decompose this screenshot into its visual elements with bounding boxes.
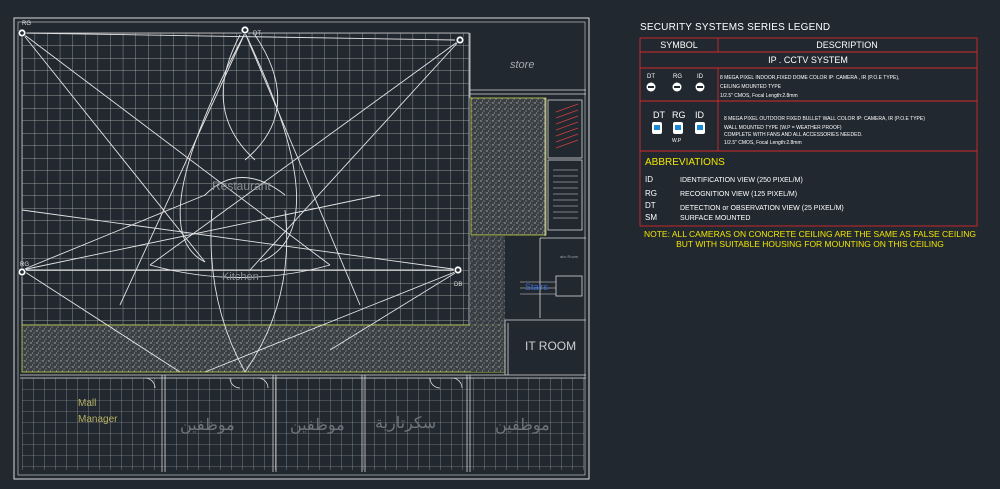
dome-camera-id-icon — [695, 82, 705, 92]
row2-desc-2: WALL MOUNTED TYPE (W.P = WEATHER PROOF) — [724, 125, 842, 131]
row1-tag-rg: RG — [673, 74, 682, 80]
legend-col-symbol: SYMBOL — [660, 40, 698, 50]
room-label-office-1: موظفين — [180, 417, 235, 434]
room-label-mall: Mall — [78, 398, 96, 409]
abbr-code-id: ID — [645, 175, 653, 184]
dome-camera-icons — [646, 82, 705, 92]
dome-camera-rg-icon — [672, 82, 682, 92]
abbr-code-dt: DT — [645, 201, 656, 210]
room-label-restaurant: Restaurant — [212, 179, 271, 193]
room-label-office-4: موظفين — [495, 417, 550, 434]
note-line-1: NOTE: ALL CAMERAS ON CONCRETE CEILING AR… — [643, 229, 977, 239]
bullet-camera-icons — [652, 122, 705, 134]
room-label-kitchen: Kitchen — [222, 271, 259, 283]
legend-section: IP . CCTV SYSTEM — [768, 55, 848, 65]
legend-title: SECURITY SYSTEMS SERIES LEGEND — [640, 22, 831, 33]
room-label-store: store — [510, 59, 534, 71]
room-label-small: abc Room — [560, 254, 579, 259]
row2-desc-1: 8 MEGA PIXEL OUTDOOR FIXED BULLET WALL C… — [724, 116, 925, 122]
legend-note: NOTE: ALL CAMERAS ON CONCRETE CEILING AR… — [640, 229, 980, 249]
note-line-2: BUT WITH SUITABLE HOUSING FOR MOUNTING O… — [676, 239, 944, 249]
hatched-shaft — [470, 97, 547, 236]
camera-tag-mid-right: DB — [454, 282, 462, 288]
row2-wp: W.P — [672, 138, 682, 144]
room-label-it-room: IT ROOM — [525, 339, 576, 353]
cad-canvas[interactable]: { "plan": { "rooms": { "store": "store",… — [0, 0, 1000, 489]
row2-tag-id: ID — [695, 110, 705, 120]
abbr-text-sm: SURFACE MOUNTED — [680, 215, 750, 222]
abbreviations-title: ABBREVIATIONS — [645, 157, 725, 168]
abbr-text-id: IDENTIFICATION VIEW (250 PIXEL/M) — [680, 177, 803, 184]
abbr-text-rg: RECOGNITION VIEW (125 PIXEL/M) — [680, 191, 797, 198]
row1-desc-2: CEILING MOUNTED TYPE — [720, 84, 782, 90]
row2-desc-3: COMPLETE WITH FANS AND ALL ACCESSORIES N… — [724, 132, 862, 138]
row2-tag-rg: RG — [672, 110, 686, 120]
room-label-office-2: موظفين — [290, 417, 345, 434]
camera-tag-mid-left: RG — [20, 262, 29, 268]
abbr-code-sm: SM — [645, 213, 657, 222]
camera-tag-top-mid: DT — [253, 31, 261, 37]
room-label-stairs: Stairs — [525, 282, 549, 292]
bullet-camera-id-icon — [695, 122, 705, 134]
bullet-camera-rg-icon — [673, 122, 683, 134]
row1-tag-id: ID — [697, 74, 704, 80]
abbr-code-rg: RG — [645, 189, 657, 198]
room-label-office-3: سكرتارية — [375, 415, 436, 432]
bullet-camera-dt-icon — [652, 122, 662, 134]
camera-tag-top-left: RG — [22, 21, 31, 27]
legend-col-description: DESCRIPTION — [816, 40, 878, 50]
row1-desc-3: 1/2.5" CMOS, Focal Length:2.8mm — [720, 93, 798, 99]
abbr-text-dt: DETECTION or OBSERVATION VIEW (25 PIXEL/… — [680, 205, 844, 212]
dome-camera-dt-icon — [646, 82, 656, 92]
row1-desc-1: 8 MEGA PIXEL INDOOR,FIXED DOME COLOR IP:… — [720, 75, 899, 81]
row2-tag-dt: DT — [653, 110, 665, 120]
room-label-manager: Manager — [78, 414, 118, 425]
row1-tag-dt: DT — [647, 74, 655, 80]
row2-desc-4: 1/2.5" CMOS, Focal Length:2.8mm — [724, 140, 802, 146]
